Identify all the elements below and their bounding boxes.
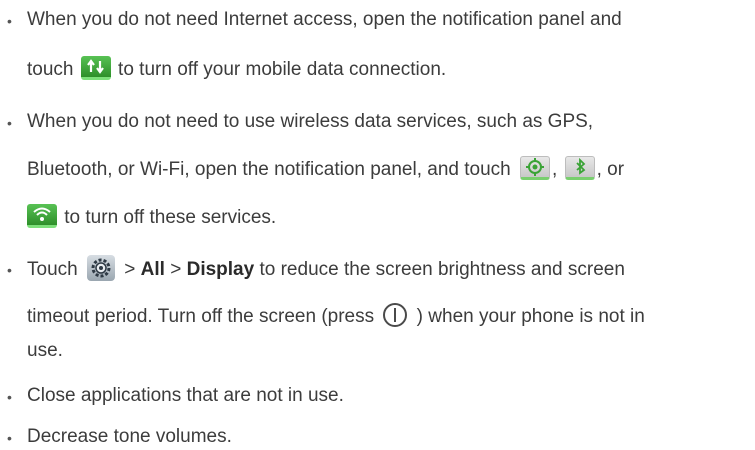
item-text: Close applications that are not in use. <box>27 385 344 406</box>
gps-icon <box>520 156 551 180</box>
battery-tips-list: • When you do not need Internet access, … <box>0 0 755 449</box>
menu-path-display: Display <box>186 259 255 281</box>
item-text: Bluetooth, or Wi-Fi, open the notificati… <box>27 159 511 181</box>
item-text: ) when your phone is not in <box>416 306 645 328</box>
menu-path-all: All <box>140 259 165 281</box>
bluetooth-icon <box>564 156 595 180</box>
item-text: When you do not need to use wireless dat… <box>27 111 594 132</box>
item-text: Decrease tone volumes. <box>27 426 232 447</box>
item-text: to turn off these services. <box>64 207 277 229</box>
bullet-marker: • <box>7 262 12 278</box>
settings-icon <box>86 255 115 281</box>
bullet-marker: • <box>7 115 12 131</box>
item-text: When you do not need Internet access, op… <box>27 9 622 30</box>
item-text: Touch <box>27 259 78 281</box>
separator-text: > <box>170 259 182 281</box>
bullet-marker: • <box>7 430 12 446</box>
item-text: touch <box>27 59 74 81</box>
wifi-icon <box>27 204 57 228</box>
bullet-marker: • <box>7 13 12 29</box>
item-text: use. <box>27 340 63 361</box>
separator-text: , <box>552 159 558 181</box>
separator-text: , or <box>596 159 625 181</box>
separator-text: > <box>124 259 136 281</box>
item-text: to turn off your mobile data connection. <box>118 59 447 81</box>
item-text: timeout period. Turn off the screen (pre… <box>27 306 375 328</box>
item-text: to reduce the screen brightness and scre… <box>259 259 625 281</box>
bullet-marker: • <box>7 389 12 405</box>
power-button-icon <box>383 303 408 327</box>
mobile-data-icon <box>80 56 111 80</box>
